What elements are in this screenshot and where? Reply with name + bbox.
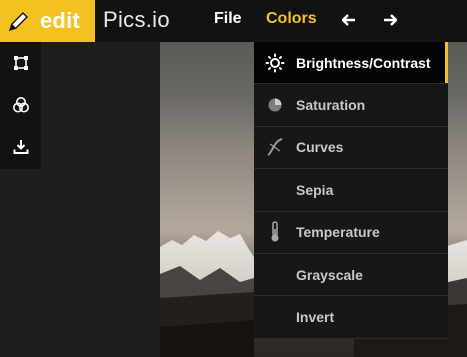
thermometer-icon bbox=[254, 221, 296, 243]
top-bar: edit Pics.io File Colors bbox=[0, 0, 467, 42]
menu-item-label: Temperature bbox=[296, 224, 380, 241]
menu-item-label: Invert bbox=[296, 309, 335, 326]
download-icon[interactable] bbox=[0, 126, 41, 168]
menu-item-grayscale[interactable]: Grayscale bbox=[254, 254, 448, 297]
menu-item-curves[interactable]: Curves bbox=[254, 127, 448, 170]
menu-item-label: Saturation bbox=[296, 97, 366, 114]
curves-icon bbox=[254, 138, 296, 157]
logo-label: edit bbox=[40, 8, 80, 33]
menu-item-label: Brightness/Contrast bbox=[296, 54, 431, 71]
menu-item-label: Curves bbox=[296, 139, 344, 156]
color-circles-icon[interactable] bbox=[0, 84, 41, 126]
sun-icon bbox=[254, 53, 296, 73]
left-toolbar bbox=[0, 42, 41, 169]
menu-item-sepia[interactable]: Sepia bbox=[254, 169, 448, 212]
saturation-icon bbox=[254, 97, 296, 113]
brand-name: Pics.io bbox=[103, 7, 170, 32]
edit-logo[interactable]: edit bbox=[0, 0, 95, 42]
menu-item-brightness-contrast[interactable]: Brightness/Contrast bbox=[254, 42, 448, 85]
menu-item-label: Grayscale bbox=[296, 266, 363, 283]
menu-item-temperature[interactable]: Temperature bbox=[254, 212, 448, 254]
colors-dropdown-menu: Brightness/Contrast Saturation Curves Se… bbox=[254, 42, 448, 339]
menu-item-saturation[interactable]: Saturation bbox=[254, 84, 448, 127]
crop-icon[interactable] bbox=[0, 42, 41, 84]
menu-item-invert[interactable]: Invert bbox=[254, 296, 448, 339]
menu-file[interactable]: File bbox=[214, 10, 242, 28]
arrow-left-icon[interactable] bbox=[341, 12, 357, 28]
menu-colors[interactable]: Colors bbox=[266, 10, 317, 28]
pencil-icon bbox=[4, 0, 34, 42]
menu-item-label: Sepia bbox=[296, 181, 334, 198]
arrow-right-icon[interactable] bbox=[382, 12, 398, 28]
